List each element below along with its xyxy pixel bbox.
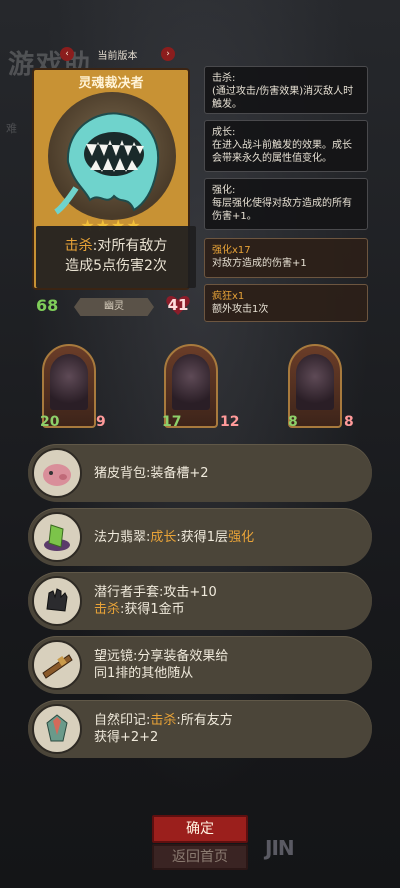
- tooltip-title: 强化:: [212, 185, 236, 196]
- item-line: 击杀:获得1金币: [94, 601, 358, 618]
- item-name: 自然印记:: [94, 713, 151, 728]
- item-effect: :获得1层: [176, 529, 229, 545]
- item-pig-bag[interactable]: 猪皮背包:装备槽+2: [28, 444, 372, 502]
- item-description: 猪皮背包:装备槽+2: [94, 444, 358, 502]
- tooltip-body: 在进入战斗前触发的效果。成长会带来永久的属性值变化。: [212, 140, 352, 164]
- glove-icon: [32, 576, 82, 626]
- keyword-kill: 击杀: [64, 238, 93, 254]
- tooltip-title: 击杀:: [212, 73, 236, 84]
- item-line: 望远镜:分享装备效果给: [94, 649, 229, 664]
- unit-art: [296, 354, 334, 410]
- status-empower: 强化x17 对敌方造成的伤害+1: [204, 238, 368, 278]
- item-description: 望远镜:分享装备效果给 同1排的其他随从: [94, 636, 358, 694]
- item-effect: :获得1金币: [120, 602, 185, 617]
- item-mana-emerald[interactable]: 法力翡翠:成长:获得1层强化: [28, 508, 372, 566]
- board-unit-2-attack: 17: [162, 414, 182, 430]
- board-unit-1-health: 9: [96, 414, 106, 430]
- background-side-text: 难: [6, 122, 17, 135]
- item-nature-seal[interactable]: 自然印记:击杀:所有友方 获得+2+2: [28, 700, 372, 758]
- unit-health-value: 41: [167, 296, 189, 314]
- unit-description-line-1: 击杀:对所有敌方: [36, 236, 196, 256]
- item-stalker-gloves[interactable]: 潜行者手套:攻击+10 击杀:获得1金币: [28, 572, 372, 630]
- prev-version-button[interactable]: ‹: [60, 47, 74, 61]
- version-bar: ‹ 当前版本 ›: [60, 46, 175, 62]
- item-description: 自然印记:击杀:所有友方 获得+2+2: [94, 700, 358, 758]
- unit-health: 41: [165, 292, 191, 318]
- chevron-left-icon: ‹: [65, 49, 69, 59]
- status-body: 对敌方造成的伤害+1: [212, 258, 307, 269]
- item-description: 法力翡翠:成长:获得1层强化: [94, 508, 358, 566]
- unit-name: 灵魂裁决者: [78, 76, 144, 91]
- board-unit-3-health: 8: [344, 414, 354, 430]
- tooltip-body: 每层强化使得对敌方造成的所有伤害+1。: [212, 198, 352, 222]
- unit-description: 击杀:对所有敌方 造成5点伤害2次: [36, 226, 196, 288]
- board-unit-1-attack: 20: [40, 414, 60, 430]
- unit-description-line-2: 造成5点伤害2次: [65, 258, 167, 274]
- item-telescope[interactable]: 望远镜:分享装备效果给 同1排的其他随从: [28, 636, 372, 694]
- item-description: 潜行者手套:攻击+10 击杀:获得1金币: [94, 572, 358, 630]
- keyword-kill: 击杀: [94, 602, 121, 617]
- keyword-kill: 击杀: [150, 713, 177, 728]
- unit-attack: 68: [36, 296, 59, 315]
- description-text: :对所有敌方: [92, 238, 168, 254]
- item-line: 猪皮背包:装备槽+2: [94, 465, 209, 481]
- chevron-right-icon: ›: [166, 49, 170, 59]
- ghost-monster-icon: [54, 112, 160, 215]
- next-version-button[interactable]: ›: [161, 47, 175, 61]
- return-home-button[interactable]: 返回首页: [152, 844, 248, 870]
- item-name: 法力翡翠:: [94, 529, 151, 545]
- keyword-empower: 强化: [228, 529, 255, 545]
- keyword-growth: 成长: [150, 529, 177, 545]
- item-line: 获得+2+2: [94, 730, 159, 745]
- emerald-icon: [32, 512, 82, 562]
- item-line: 同1排的其他随从: [94, 666, 194, 681]
- tooltip-body: (通过攻击/伤害效果)消灭敌人时触发。: [212, 86, 354, 110]
- status-title: 强化x17: [212, 245, 251, 256]
- pig-bag-icon: [32, 448, 82, 498]
- item-effect: :所有友方: [176, 713, 233, 728]
- tooltip-empower: 强化: 每层强化使得对敌方造成的所有伤害+1。: [204, 178, 368, 230]
- unit-tribe: 幽灵: [74, 298, 154, 316]
- tooltip-growth: 成长: 在进入战斗前触发的效果。成长会带来永久的属性值变化。: [204, 120, 368, 172]
- unit-art: [50, 354, 88, 410]
- tooltip-title: 成长:: [212, 127, 236, 138]
- seal-icon: [32, 704, 82, 754]
- status-frenzy: 疯狂x1 额外攻击1次: [204, 284, 368, 322]
- board-unit-3-attack: 8: [288, 414, 298, 430]
- status-title: 疯狂x1: [212, 291, 245, 302]
- version-label: 当前版本: [97, 50, 138, 62]
- item-line: 自然印记:击杀:所有友方: [94, 712, 358, 729]
- unit-art: [172, 354, 210, 410]
- item-line: 潜行者手套:攻击+10: [94, 585, 217, 600]
- telescope-icon: [32, 640, 82, 690]
- item-line: 法力翡翠:成长:获得1层强化: [94, 529, 358, 546]
- confirm-button[interactable]: 确定: [152, 815, 248, 843]
- board-unit-2-health: 12: [220, 414, 240, 430]
- status-body: 额外攻击1次: [212, 304, 269, 315]
- unit-portrait: [48, 92, 176, 220]
- tooltip-kill: 击杀: (通过攻击/伤害效果)消灭敌人时触发。: [204, 66, 368, 114]
- watermark: JIN: [265, 836, 295, 860]
